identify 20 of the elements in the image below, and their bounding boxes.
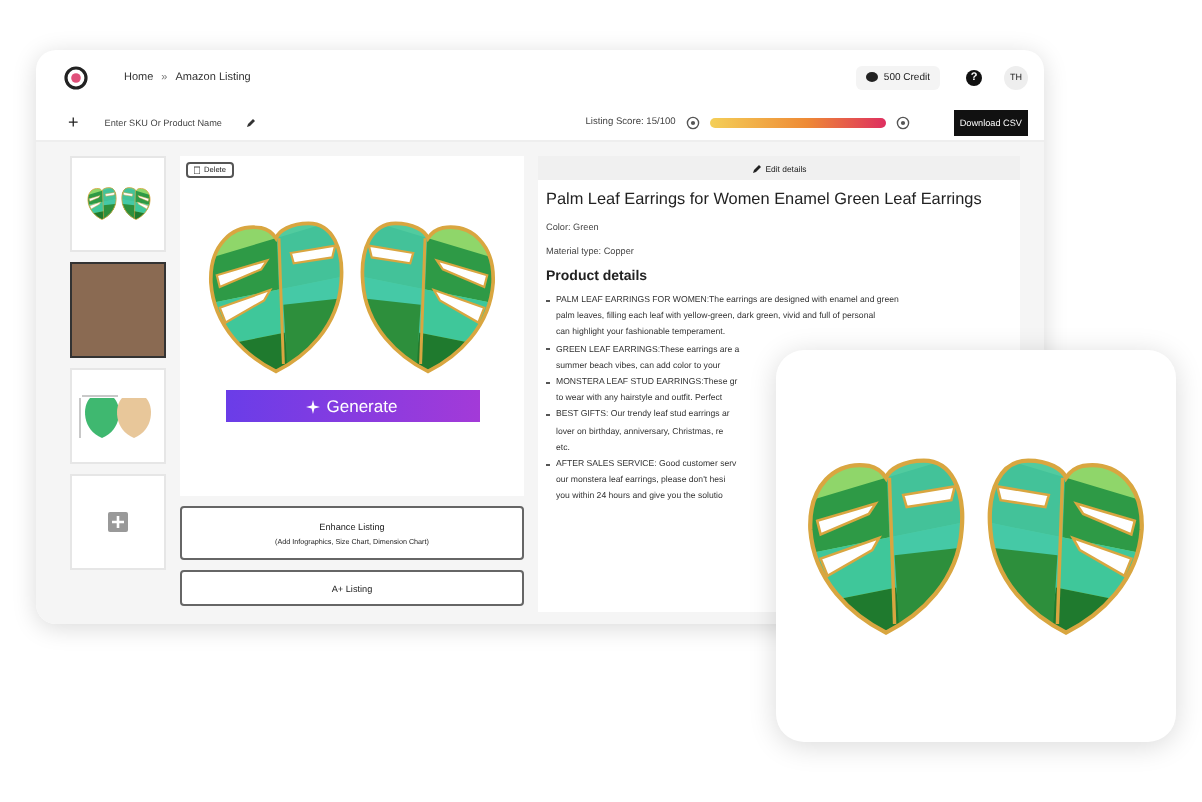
pencil-icon <box>246 117 257 127</box>
product-thumbnail[interactable] <box>70 156 166 252</box>
gear-icon[interactable] <box>685 115 700 129</box>
add-button[interactable]: + <box>68 113 79 131</box>
sparkle-icon <box>306 399 321 414</box>
coin-icon <box>865 72 878 82</box>
photo-placeholder[interactable] <box>70 262 166 358</box>
earring-drawing <box>119 186 151 222</box>
infographic-thumbnail[interactable] <box>70 368 166 464</box>
bullet-mark <box>546 413 550 416</box>
gear-icon[interactable] <box>895 115 910 129</box>
earring-drawing <box>85 186 117 222</box>
logo-icon <box>64 65 88 89</box>
pencil-icon <box>751 163 762 173</box>
add-image-tile[interactable] <box>70 474 166 570</box>
trash-icon <box>194 166 200 174</box>
generate-button[interactable]: Generate <box>225 390 479 423</box>
product-title: Palm Leaf Earrings for Women Enamel Green Leaf Earrings <box>546 190 984 208</box>
plus-icon <box>108 512 128 532</box>
bullet-mark <box>546 348 550 351</box>
